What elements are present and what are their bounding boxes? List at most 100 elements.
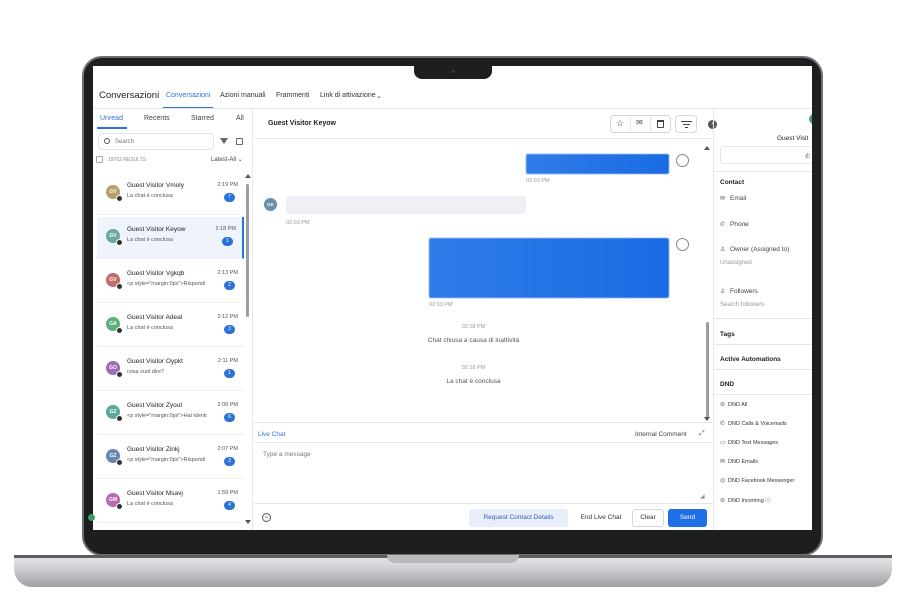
list-item[interactable]: GV Guest Visitor Vmoly La chat è conclusa 2… [97, 173, 244, 215]
scroll-up-arrow[interactable] [245, 174, 251, 178]
mark-read-button[interactable]: ✉ [631, 116, 651, 132]
tab-conversazioni[interactable]: Conversazioni [166, 92, 210, 99]
visitor-avatar: GK [264, 198, 277, 211]
list-item[interactable]: GV Guest Visitor Vgkqb <p style="margin:0p… [97, 261, 244, 303]
conversation-name: Guest Visitor Keyow [127, 226, 186, 233]
followers-field: ♙ Followers [720, 288, 758, 295]
star-button[interactable]: ☆ [611, 116, 631, 132]
chat-header: Guest Visitor Keyow ☆ ✉ › [254, 109, 717, 139]
chat-channel-icon [116, 195, 123, 202]
request-contact-button[interactable]: Request Contact Details [469, 509, 568, 527]
resize-handle-icon[interactable]: ◢ [700, 493, 705, 500]
chat-filter-button[interactable] [675, 115, 697, 133]
dnd-incoming-toggle[interactable]: ⊘ DND Incoming ⓘ [720, 496, 771, 504]
tab-internal-comment[interactable]: Internal Comment [635, 431, 687, 438]
phone-icon[interactable]: ✆ [805, 153, 810, 160]
info-icon: ⓘ [765, 498, 771, 504]
scroll-down-arrow[interactable] [704, 417, 710, 421]
chat-actions: ☆ ✉ [610, 115, 671, 133]
conversation-preview: <p style="margin:0px">Hai identi [127, 413, 207, 419]
owner-value[interactable]: Unassigned [720, 260, 752, 266]
conversation-time: 2:11 PM [217, 358, 238, 364]
phone-field[interactable]: ✆ Phone [720, 221, 749, 228]
automations-heading[interactable]: Active Automations [720, 356, 781, 363]
system-message: Chat chiusa a causa di inattività [427, 337, 520, 344]
system-message: La chat è conclusa [446, 378, 501, 385]
unread-count-badge: 3 [224, 325, 235, 334]
dnd-facebook-toggle[interactable]: ◎ DND Facebook Messenger [720, 477, 794, 484]
tags-heading[interactable]: Tags [720, 331, 735, 338]
laptop-mockup: Conversazioni Conversazioni Azioni manua… [0, 0, 906, 596]
conversation-time: 2:08 PM [217, 402, 238, 408]
owner-field[interactable]: ♙ Owner (Assigned to) [720, 246, 789, 253]
chat-channel-icon [116, 503, 123, 510]
expand-icon[interactable]: ⤢ [699, 430, 705, 438]
search-input[interactable]: Search [98, 133, 214, 150]
dnd-text-toggle[interactable]: ▭ DND Text Messages [720, 439, 778, 446]
list-item[interactable]: GM Guest Visitor Msavj La chat è conclusa 1… [97, 481, 244, 523]
followers-search[interactable]: Search followers [720, 302, 764, 308]
chat-channel-icon [116, 459, 123, 466]
list-item[interactable]: GA Guest Visitor Adeal La chat è conclusa 2… [97, 305, 244, 347]
list-item[interactable]: GZ Guest Visitor Zyout <p style="margin:0p… [97, 393, 244, 435]
conversation-preview: <p style="margin:0px">Rispondi [127, 457, 206, 463]
tab-unread[interactable]: Unread [100, 115, 123, 122]
message-time: 02:03 PM [429, 302, 453, 308]
end-live-chat-button[interactable]: End Live Chat [576, 509, 626, 527]
phone-icon: ✆ [720, 421, 726, 427]
conversation-preview: <p style="margin:0px">Rispondi [127, 281, 206, 287]
send-button[interactable]: Send [668, 509, 707, 527]
conversation-time: 2:19 PM [217, 182, 238, 188]
chat-title: Guest Visitor Keyow [268, 120, 336, 127]
dnd-email-toggle[interactable]: ✉ DND Emails [720, 458, 758, 465]
dnd-calls-toggle[interactable]: ✆ DND Calls & Voicemails [720, 420, 787, 427]
page-title: Conversazioni [99, 90, 160, 101]
conversation-time: 1:59 PM [217, 490, 238, 496]
bot-icon [676, 238, 689, 251]
chevron-down-icon[interactable]: ⌄ [376, 92, 382, 100]
list-item[interactable]: GZ Guest Visitor Zinkj <p style="margin:0p… [97, 437, 244, 479]
tab-starred[interactable]: Starred [191, 115, 214, 122]
conversation-name: Guest Visitor Vgkqb [127, 270, 185, 277]
list-item[interactable]: GO Guest Visitor Oypkt cosa vuol dire? 2:11… [97, 349, 244, 391]
bell-off-icon: ⊘ [720, 402, 726, 408]
top-nav: Conversazioni Conversazioni Azioni manua… [93, 88, 812, 109]
unread-count-badge: 1 [224, 369, 235, 378]
scrollbar-thumb[interactable] [706, 322, 709, 418]
scrollbar-thumb[interactable] [246, 184, 249, 317]
scroll-down-arrow[interactable] [245, 520, 251, 524]
tab-recents[interactable]: Recents [144, 115, 170, 122]
email-field[interactable]: ✉ Email [720, 195, 746, 202]
trash-icon [657, 120, 664, 128]
incoming-message [286, 196, 526, 214]
dnd-all-toggle[interactable]: ⊘ DND All [720, 401, 747, 408]
contact-actions [720, 146, 812, 164]
list-item[interactable]: GV Guest Visitor Keyow La chat è conclusa 2… [97, 217, 244, 259]
tab-link-attivazione[interactable]: Link di attivazione [320, 92, 376, 99]
emoji-icon[interactable]: ☺ [262, 513, 271, 522]
conversation-time: 2:13 PM [217, 270, 238, 276]
compose-icon[interactable] [236, 138, 243, 145]
conversation-preview: cosa vuol dire? [127, 369, 164, 375]
delete-button[interactable] [651, 116, 671, 132]
phone-icon: ✆ [720, 222, 726, 228]
messenger-icon: ◎ [720, 478, 726, 484]
conversation-preview: La chat è conclusa [127, 193, 173, 199]
select-all-checkbox[interactable] [96, 156, 103, 163]
tab-frammenti[interactable]: Frammenti [276, 92, 309, 99]
dnd-heading: DND [720, 381, 735, 388]
message-input[interactable]: Type a message [263, 451, 311, 458]
chat-channel-icon [116, 239, 123, 246]
conversation-preview: La chat è conclusa [127, 237, 173, 243]
tab-live-chat[interactable]: Live Chat [258, 431, 285, 438]
filter-icon[interactable] [220, 138, 228, 144]
clear-button[interactable]: Clear [632, 509, 664, 527]
app-screen: Conversazioni Conversazioni Azioni manua… [93, 66, 812, 530]
results-row: 19702 RESULTS Latest-All ⌄ [96, 156, 248, 168]
scroll-up-arrow[interactable] [704, 146, 710, 150]
sort-dropdown[interactable]: Latest-All ⌄ [211, 156, 243, 163]
conversation-time: 2:12 PM [217, 314, 238, 320]
tab-all[interactable]: All [236, 115, 244, 122]
tab-azioni-manuali[interactable]: Azioni manuali [220, 92, 266, 99]
composer: Live Chat Internal Comment ⤢ Type a mess… [254, 422, 713, 530]
